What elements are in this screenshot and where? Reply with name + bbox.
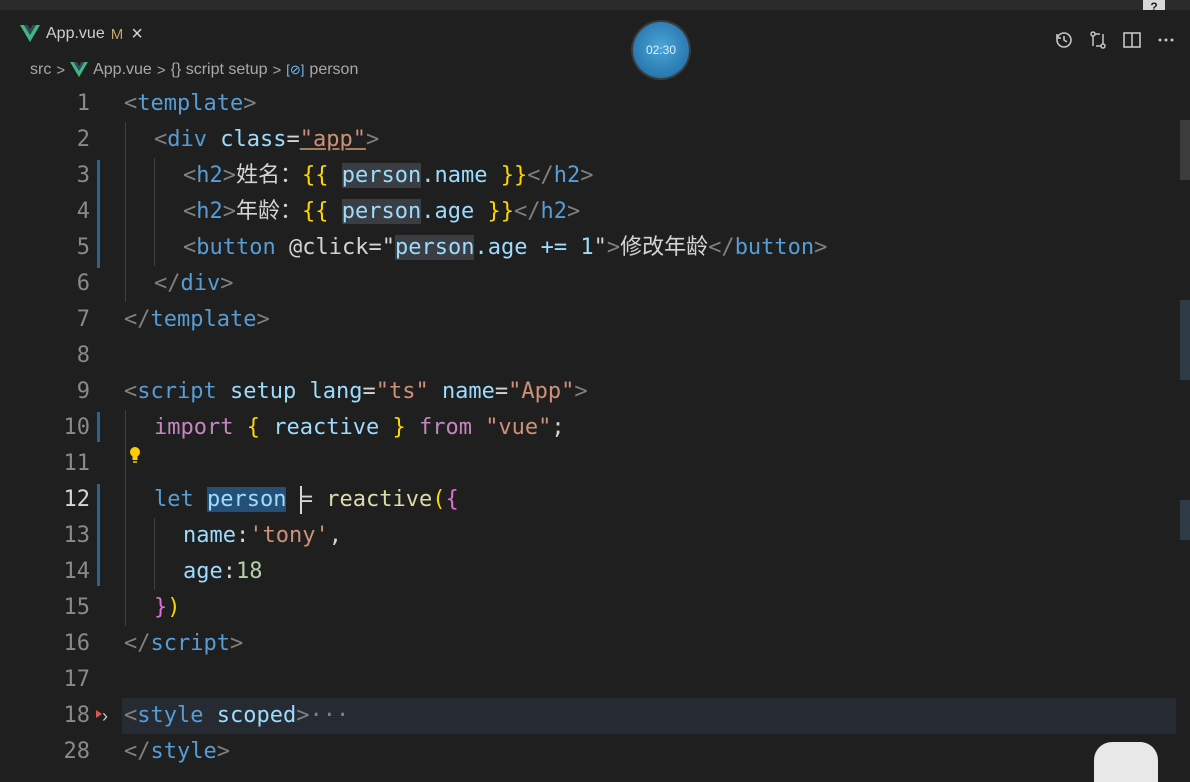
breadcrumb-script-setup[interactable]: {} script setup [171, 61, 268, 79]
code-text: <h2>姓名：{{ person.name }}</h2> [183, 163, 594, 188]
code-line: 15 }) [0, 590, 1176, 626]
code-text: <style scoped>··· [124, 703, 350, 728]
code-line: 6 </div> [0, 266, 1176, 302]
scrollbar-thumb[interactable] [1180, 120, 1190, 180]
code-text: <h2>年龄：{{ person.age }}</h2> [183, 199, 581, 224]
line-number: 28 [63, 739, 91, 764]
tab-app-vue[interactable]: App.vue M × [12, 16, 151, 51]
code-text: <template> [124, 91, 257, 116]
breadcrumb-src[interactable]: src [30, 61, 51, 79]
code-text: import { reactive } from "vue"; [154, 415, 565, 440]
code-line: 28 </style> [0, 734, 1176, 770]
chevron-right-icon: > [156, 61, 166, 79]
breadcrumb-person[interactable]: person [309, 61, 358, 79]
line-number: 14 [63, 559, 91, 584]
code-text: </style> [124, 739, 230, 764]
code-line: 1 <template> [0, 86, 1176, 122]
line-number: 8 [76, 343, 90, 368]
history-icon[interactable] [1054, 30, 1074, 50]
code-text: name:'tony', [183, 523, 342, 548]
mascot-logo [1094, 742, 1158, 782]
line-number: 5 [76, 235, 90, 260]
code-line: 9 <script setup lang="ts" name="App"> [0, 374, 1176, 410]
line-number: 13 [63, 523, 91, 548]
code-editor[interactable]: 1 <template> 2 <div class="app"> 3 <h2>姓… [0, 86, 1176, 772]
code-line: 2 <div class="app"> [0, 122, 1176, 158]
chevron-right-icon: > [56, 61, 66, 79]
vue-file-icon [70, 62, 88, 78]
code-text: let person = reactive({ [154, 487, 459, 512]
code-line: 8 [0, 338, 1176, 374]
code-line: 10 import { reactive } from "vue"; [0, 410, 1176, 446]
lightbulb-icon[interactable] [128, 446, 142, 464]
chevron-right-icon: > [272, 61, 282, 79]
line-number: 9 [76, 379, 90, 404]
chevron-right-icon[interactable]: › [102, 698, 108, 734]
close-icon[interactable]: × [131, 23, 143, 46]
line-number: 15 [63, 595, 91, 620]
scrollbar-marker [1180, 500, 1190, 540]
line-number: 10 [63, 415, 91, 440]
code-line: 17 [0, 662, 1176, 698]
line-number: 16 [63, 631, 91, 656]
code-text: age:18 [183, 559, 263, 584]
code-line: 11 [0, 446, 1176, 482]
code-text: <button @click="person.age += 1">修改年龄</b… [183, 235, 828, 260]
line-number: 11 [63, 451, 91, 476]
line-number: 3 [76, 163, 90, 188]
line-number: 6 [76, 271, 90, 296]
code-text: <script setup lang="ts" name="App"> [124, 379, 588, 404]
code-text: </div> [154, 271, 234, 296]
code-line-current: 12 let person = reactive({ [0, 482, 1176, 518]
vertical-scrollbar[interactable] [1176, 86, 1190, 772]
line-number: 17 [63, 667, 91, 692]
vue-file-icon [20, 25, 40, 42]
code-line: 7 </template> [0, 302, 1176, 338]
code-text: </script> [124, 631, 244, 656]
code-line: 3 <h2>姓名：{{ person.name }}</h2> [0, 158, 1176, 194]
code-line: 14 age:18 [0, 554, 1176, 590]
line-number: 12 [63, 487, 91, 512]
code-text: <div class="app"> [154, 127, 380, 152]
compare-changes-icon[interactable] [1088, 30, 1108, 50]
line-number: 7 [76, 307, 90, 332]
code-text: </template> [124, 307, 270, 332]
editor-actions [1054, 30, 1176, 50]
code-line: 5 <button @click="person.age += 1">修改年龄<… [0, 230, 1176, 266]
breadcrumb: src > App.vue > {} script setup > [⊘] pe… [30, 58, 358, 82]
more-actions-icon[interactable] [1156, 30, 1176, 50]
line-number: 4 [76, 199, 90, 224]
split-editor-icon[interactable] [1122, 30, 1142, 50]
variable-symbol-icon: [⊘] [286, 62, 305, 77]
tab-label: App.vue [46, 25, 105, 42]
line-number: 18 [63, 703, 91, 728]
code-line-folded[interactable]: 18 › <style scoped>··· [0, 698, 1176, 734]
title-strip [0, 0, 1190, 10]
line-number: 1 [76, 91, 90, 116]
scrollbar-marker [1180, 300, 1190, 380]
code-line: 13 name:'tony', [0, 518, 1176, 554]
code-line: 4 <h2>年龄：{{ person.age }}</h2> [0, 194, 1176, 230]
line-number: 2 [76, 127, 90, 152]
editor-tab-bar: App.vue M × [0, 10, 1190, 52]
recording-timer: 02:30 [633, 22, 689, 78]
breadcrumb-file[interactable]: App.vue [93, 61, 152, 79]
code-text: }) [154, 595, 181, 620]
text-cursor [300, 486, 302, 514]
modified-indicator: M [110, 25, 124, 43]
code-line: 16 </script> [0, 626, 1176, 662]
